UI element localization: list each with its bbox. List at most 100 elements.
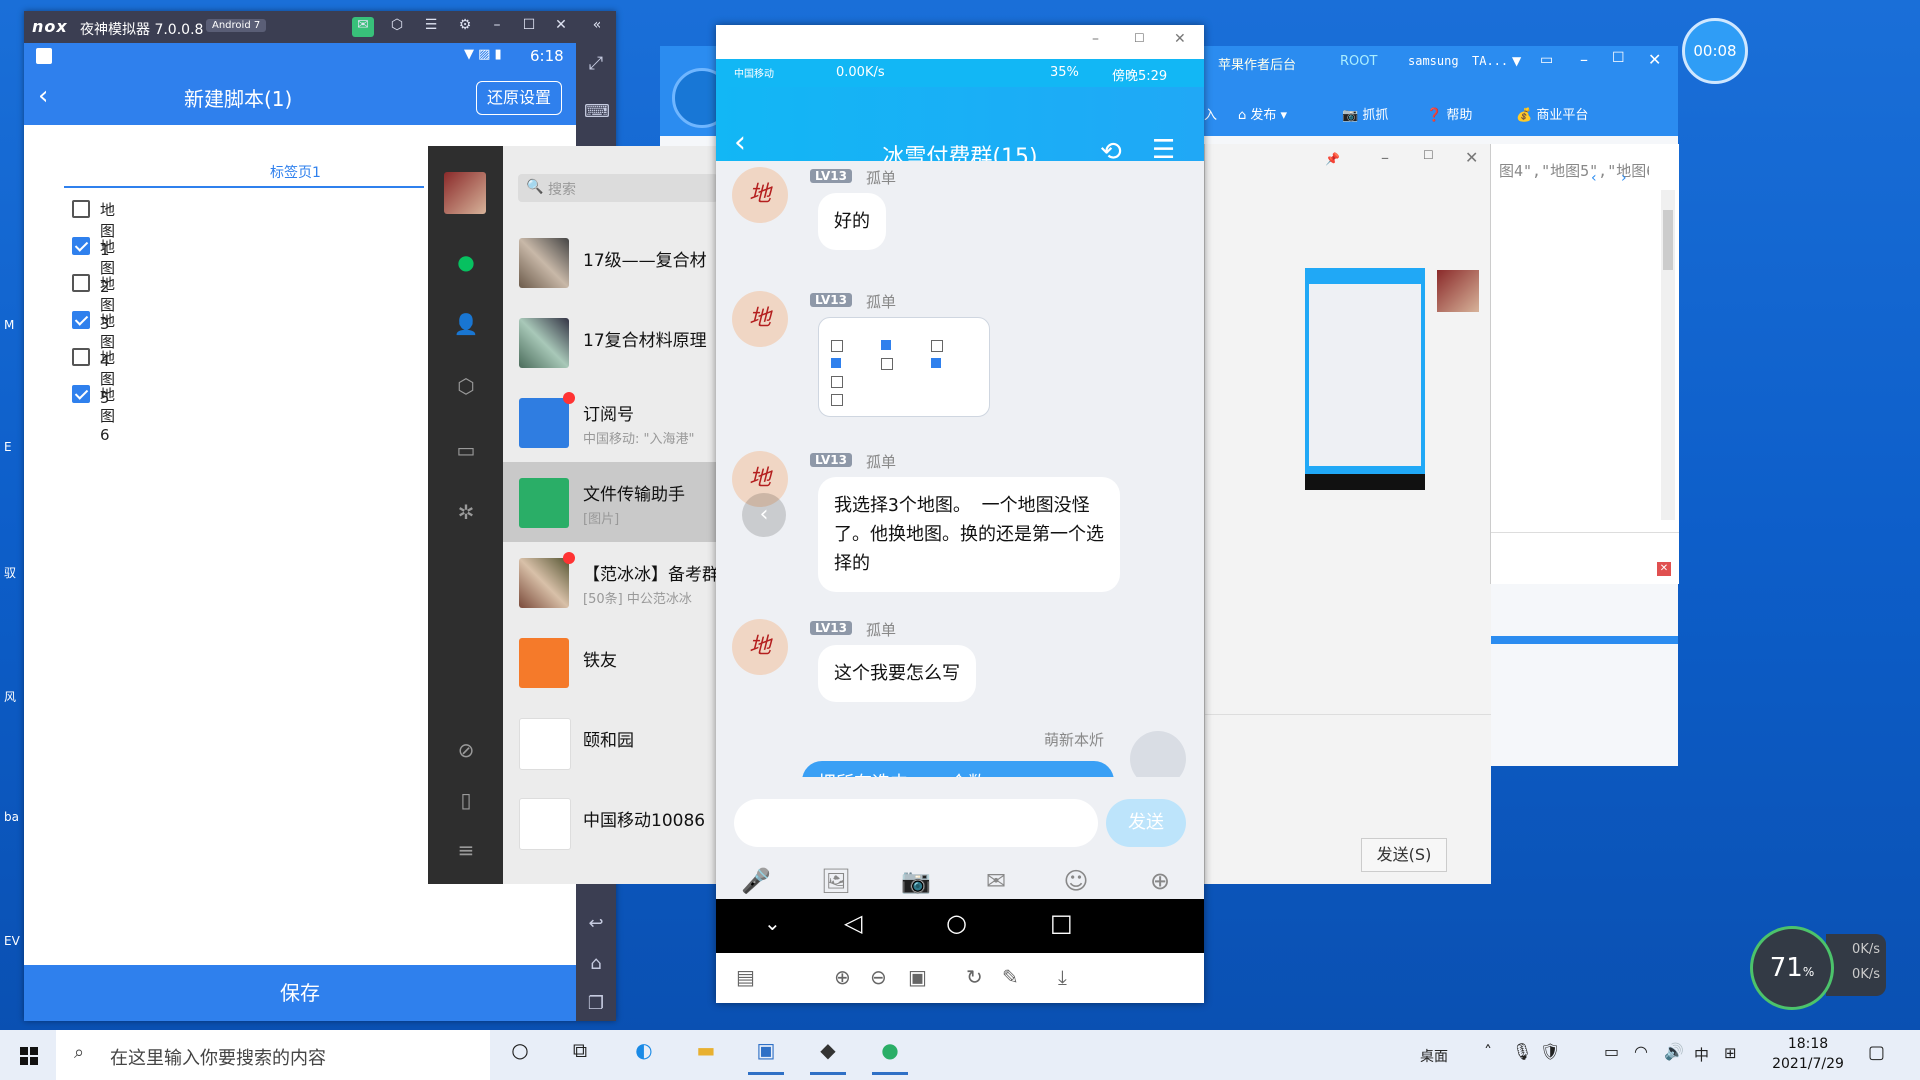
mini-program-icon[interactable]: ⊘ (452, 738, 480, 766)
wechat-app-icon[interactable]: ● (872, 1038, 908, 1075)
desktop-toolbar[interactable]: 桌面 (1420, 1046, 1448, 1066)
business-button[interactable]: 💰 商业平台 (1516, 104, 1588, 123)
nav-back-icon[interactable]: ◁ (844, 909, 862, 937)
rotate-icon[interactable]: ↻ (966, 965, 983, 989)
tab-page-1[interactable]: 标签页1 (270, 162, 321, 182)
maximize-icon[interactable]: ☐ (1612, 50, 1625, 66)
gear-icon[interactable]: ⚙ (454, 17, 476, 37)
scrollbar[interactable] (1661, 190, 1675, 520)
message-bubble[interactable]: 这个我要怎么写 (818, 645, 976, 702)
ime-indicator[interactable]: 中 (1694, 1044, 1709, 1065)
avatar[interactable]: 地 (732, 291, 788, 347)
ime-mode-icon[interactable]: ⊞ (1724, 1044, 1737, 1062)
send-button[interactable]: 发送(S) (1361, 838, 1447, 872)
remote-app-icon[interactable]: ▣ (748, 1038, 784, 1075)
home-icon[interactable]: ⌂ (584, 953, 608, 977)
nav-home-icon[interactable]: ○ (946, 909, 967, 937)
help-button[interactable]: ❓ 帮助 (1426, 104, 1472, 123)
scrollbar-thumb[interactable] (1663, 210, 1673, 270)
camera-icon[interactable]: 📷 (900, 867, 932, 899)
message-input[interactable] (734, 799, 1098, 847)
contacts-icon[interactable]: 👤 (452, 312, 480, 340)
close-icon[interactable]: ✕ (1174, 31, 1186, 47)
keyboard-icon[interactable]: ⌨ (584, 101, 610, 125)
chat-list-item[interactable]: 订阅号 中国移动: "入海港" (503, 382, 718, 462)
zoom-out-icon[interactable]: ⊖ (870, 965, 887, 989)
chat-list-item[interactable]: 颐和园 (503, 702, 718, 782)
message-bubble[interactable]: 我选择3个地图。 一个地图没怪了。他换地图。换的还是第一个选择的 (818, 477, 1120, 592)
image-icon[interactable]: 🖼 (820, 867, 852, 899)
pencil-icon[interactable]: ✎ (1002, 965, 1019, 989)
chat-list-item[interactable]: 中国移动10086 (503, 782, 718, 862)
close-icon[interactable]: ✕ (1648, 50, 1661, 69)
capture-button[interactable]: 📷 抓抓 (1342, 104, 1388, 123)
image-message[interactable] (818, 317, 990, 417)
layout-icon[interactable]: ▤ (736, 965, 755, 989)
start-button[interactable] (0, 1030, 56, 1080)
notification-center-icon[interactable]: ▢ (1868, 1042, 1885, 1063)
chat-list-item[interactable]: 【范冰冰】备考群 [50条] 中公范冰冰 (503, 542, 719, 622)
avatar[interactable]: 地 (732, 167, 788, 223)
maximize-icon[interactable]: ☐ (1134, 31, 1145, 45)
chevron-down-icon[interactable]: ⌄ (764, 911, 781, 935)
close-icon[interactable]: ✕ (1657, 562, 1671, 576)
message-bubble[interactable]: 好的 (818, 193, 886, 250)
nox-app-icon[interactable]: ◆ (810, 1038, 846, 1075)
cortana-icon[interactable]: ○ (502, 1038, 538, 1072)
plus-icon[interactable]: ⊕ (1144, 867, 1176, 899)
checkbox[interactable] (72, 237, 90, 255)
checkbox[interactable] (72, 348, 90, 366)
expand-icon[interactable]: ⤢ (584, 53, 608, 77)
checkbox[interactable] (72, 274, 90, 292)
chevron-left-icon[interactable]: ‹ (1591, 170, 1597, 186)
restore-icon[interactable]: ▭ (1540, 52, 1553, 68)
taskbar-clock[interactable]: 18:18 2021/7/29 (1760, 1034, 1856, 1074)
search-input[interactable]: 🔍 搜索 (518, 174, 718, 202)
avatar[interactable] (444, 172, 486, 214)
taskbar-search[interactable]: ⌕ 在这里输入你要搜索的内容 (56, 1030, 490, 1080)
network-monitor[interactable]: 0K/s 0K/s 71% (1750, 926, 1892, 1010)
phone-icon[interactable]: ▯ (452, 788, 480, 816)
file-explorer-icon[interactable]: ▬ (688, 1038, 724, 1072)
emoji-icon[interactable]: ☺ (1060, 867, 1092, 899)
maximize-icon[interactable]: ☐ (1423, 148, 1434, 162)
zoom-in-icon[interactable]: ⊕ (834, 965, 851, 989)
folder-icon[interactable]: ▭ (452, 438, 480, 466)
chevron-down-icon[interactable]: ▼ (1512, 54, 1521, 68)
send-button[interactable]: 发送 (1106, 799, 1186, 847)
shirt-icon[interactable]: ⬡ (386, 17, 408, 37)
back-icon[interactable]: ↩ (584, 913, 608, 937)
dev-backend-link[interactable]: 苹果作者后台 (1218, 54, 1296, 73)
tray-expand-icon[interactable]: ˄ (1484, 1042, 1492, 1061)
download-icon[interactable]: ⤓ (1058, 965, 1067, 989)
nav-recents-icon[interactable]: □ (1050, 909, 1073, 937)
chat-list-item[interactable]: 铁友 (503, 622, 718, 702)
chevron-right-icon[interactable]: › (1621, 170, 1627, 186)
recording-timer[interactable]: 00:08 (1682, 18, 1748, 84)
mail-icon[interactable]: ✉ (352, 17, 374, 37)
actual-size-icon[interactable]: ▣ (908, 965, 927, 989)
edge-icon[interactable]: ◐ (626, 1038, 662, 1072)
close-icon[interactable]: ✕ (1465, 148, 1478, 167)
checkbox[interactable] (72, 385, 90, 403)
menu-icon[interactable]: ≡ (452, 838, 480, 866)
close-icon[interactable]: ✕ (550, 17, 572, 37)
chat-icon[interactable]: ● (452, 250, 480, 278)
wifi-icon[interactable]: ◠ (1634, 1042, 1648, 1061)
recent-apps-icon[interactable]: ❐ (584, 993, 608, 1017)
checkbox[interactable] (72, 200, 90, 218)
minimize-icon[interactable]: – (1092, 31, 1099, 47)
pin-icon[interactable]: 📌 (1325, 152, 1340, 166)
moments-icon[interactable]: ✲ (452, 500, 480, 528)
security-icon[interactable]: 🛡 (1540, 1042, 1560, 1061)
chat-list-item[interactable]: 17级——复合材 (503, 222, 718, 302)
back-arrow-icon[interactable]: ‹ (38, 81, 48, 111)
volume-icon[interactable]: 🔊 (1664, 1042, 1684, 1061)
avatar[interactable] (1130, 731, 1186, 781)
minimize-icon[interactable]: – (1381, 148, 1389, 167)
minimize-icon[interactable]: – (486, 17, 508, 37)
task-view-icon[interactable]: ⧉ (562, 1038, 598, 1072)
microphone-icon[interactable]: 🎙 (1512, 1042, 1532, 1061)
horizontal-scrollbar[interactable] (1491, 532, 1679, 549)
maximize-icon[interactable]: ☐ (518, 17, 540, 37)
